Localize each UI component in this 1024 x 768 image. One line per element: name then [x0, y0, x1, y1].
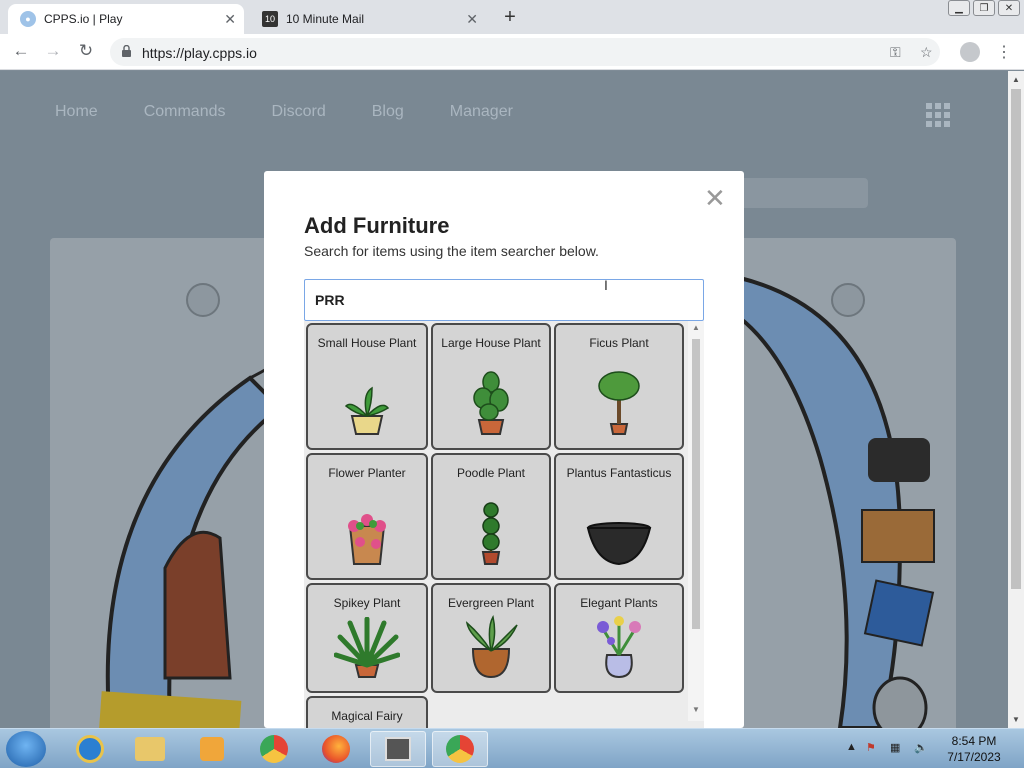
- large-house-plant-icon: [473, 371, 509, 435]
- furniture-card[interactable]: Flower Planter: [306, 453, 428, 580]
- furniture-card[interactable]: Large House Plant: [431, 323, 551, 450]
- movie-maker-icon[interactable]: [370, 731, 426, 767]
- furniture-card[interactable]: Plantus Fantasticus: [554, 453, 684, 580]
- media-player-icon[interactable]: [184, 731, 240, 767]
- furniture-name: Spikey Plant: [333, 596, 401, 610]
- cpps-favicon-icon: ●: [20, 11, 36, 27]
- furniture-card[interactable]: Elegant Plants: [554, 583, 684, 693]
- profile-avatar-icon[interactable]: [960, 42, 980, 62]
- modal-subtitle: Search for items using the item searcher…: [304, 243, 599, 259]
- results-scroll-thumb[interactable]: [692, 339, 700, 629]
- star-bookmark-icon[interactable]: ☆: [920, 44, 933, 61]
- nav-discord[interactable]: Discord: [272, 103, 326, 121]
- internet-explorer-icon[interactable]: [62, 731, 118, 767]
- tab-10-minute-mail[interactable]: 10 10 Minute Mail ✕: [250, 4, 486, 34]
- action-center-flag-icon[interactable]: ⚑: [866, 741, 876, 754]
- lock-icon: [122, 45, 131, 57]
- furniture-card[interactable]: Magical Fairy: [306, 696, 428, 728]
- site-nav: Home Commands Discord Blog Manager: [55, 103, 559, 121]
- minimize-button[interactable]: ▁: [948, 0, 970, 16]
- chrome-active-icon[interactable]: [432, 731, 488, 767]
- show-hidden-icons-arrow-icon[interactable]: ▲: [846, 741, 857, 753]
- furniture-name: Small House Plant: [317, 336, 417, 350]
- plantus-fantasticus-icon: [586, 522, 652, 566]
- forward-arrow-icon[interactable]: →: [42, 41, 64, 61]
- furniture-grid: Small House Plant Large House Plant Ficu…: [306, 323, 686, 728]
- furniture-name: Ficus Plant: [589, 336, 649, 350]
- maximize-button[interactable]: ❐: [973, 0, 995, 16]
- nav-commands[interactable]: Commands: [144, 103, 226, 121]
- apps-grid-icon[interactable]: [926, 103, 950, 127]
- taskbar: ▲ ⚑ ▦ 🔈 8:54 PM 7/17/2023: [0, 728, 1024, 768]
- furniture-card[interactable]: Evergreen Plant: [431, 583, 551, 693]
- text-cursor-icon: I: [604, 277, 608, 293]
- network-icon[interactable]: ▦: [890, 741, 900, 754]
- furniture-name: Plantus Fantasticus: [566, 466, 672, 480]
- item-search-input[interactable]: [304, 279, 704, 321]
- flower-planter-icon: [348, 514, 386, 565]
- firefox-icon[interactable]: [308, 731, 364, 767]
- furniture-name: Magical Fairy: [331, 709, 403, 723]
- tab-title: 10 Minute Mail: [286, 12, 365, 26]
- add-furniture-modal: ✕ Add Furniture Search for items using t…: [264, 171, 744, 728]
- nav-blog[interactable]: Blog: [372, 103, 404, 121]
- volume-muted-icon[interactable]: 🔈: [914, 741, 928, 754]
- back-arrow-icon[interactable]: ←: [10, 41, 32, 61]
- clock-time: 8:54 PM: [951, 734, 997, 748]
- furniture-name: Evergreen Plant: [447, 596, 535, 610]
- furniture-card[interactable]: Spikey Plant: [306, 583, 428, 693]
- tab-title: CPPS.io | Play: [44, 12, 123, 26]
- reload-icon[interactable]: ↻: [75, 41, 97, 61]
- evergreen-plant-icon: [465, 615, 518, 679]
- menu-kebab-icon[interactable]: ⋮: [996, 42, 1012, 62]
- close-window-button[interactable]: ✕: [998, 0, 1020, 16]
- furniture-card[interactable]: Poodle Plant: [431, 453, 551, 580]
- new-tab-button[interactable]: +: [498, 6, 522, 29]
- furniture-name: Elegant Plants: [580, 596, 658, 610]
- tab-cpps[interactable]: ● CPPS.io | Play ✕: [8, 4, 244, 34]
- spikey-plant-icon: [334, 617, 400, 678]
- results-list: Small House Plant Large House Plant Ficu…: [304, 321, 704, 728]
- server-select[interactable]: [740, 178, 868, 208]
- close-tab-icon[interactable]: ✕: [466, 11, 478, 28]
- browser-tab-strip: ● CPPS.io | Play ✕ 10 10 Minute Mail ✕ +…: [0, 0, 1024, 34]
- furniture-card[interactable]: Small House Plant: [306, 323, 428, 450]
- key-icon[interactable]: ⚿: [890, 44, 901, 61]
- browser-toolbar: ← → ↻ https://play.cpps.io ⚿ ☆ ⋮: [0, 34, 1024, 70]
- close-tab-icon[interactable]: ✕: [224, 11, 236, 28]
- window-controls: ▁ ❐ ✕: [945, 0, 1020, 16]
- ten-minute-mail-favicon-icon: 10: [262, 11, 278, 27]
- furniture-card[interactable]: Ficus Plant: [554, 323, 684, 450]
- poodle-plant-icon: [481, 502, 501, 565]
- nav-home[interactable]: Home: [55, 103, 98, 121]
- chrome-icon[interactable]: [246, 731, 302, 767]
- furniture-name: Large House Plant: [441, 336, 541, 350]
- close-icon[interactable]: ✕: [704, 185, 726, 211]
- furniture-name: Flower Planter: [328, 466, 406, 480]
- address-bar[interactable]: https://play.cpps.io ⚿ ☆: [110, 38, 940, 66]
- nav-manager[interactable]: Manager: [450, 103, 513, 121]
- clock-date: 7/17/2023: [947, 750, 1001, 764]
- file-explorer-icon[interactable]: [122, 731, 178, 767]
- url-text: https://play.cpps.io: [142, 45, 257, 61]
- page-scrollbar[interactable]: ▲ ▼: [1008, 71, 1024, 728]
- scroll-thumb[interactable]: [1011, 89, 1021, 589]
- ficus-plant-icon: [598, 371, 640, 435]
- start-button[interactable]: [6, 731, 46, 767]
- elegant-plants-icon: [597, 616, 641, 679]
- small-house-plant-icon: [344, 386, 390, 435]
- furniture-name: Poodle Plant: [456, 466, 526, 480]
- results-scrollbar[interactable]: ▲ ▼: [688, 321, 704, 721]
- system-clock[interactable]: 8:54 PM 7/17/2023: [942, 733, 1006, 765]
- modal-title: Add Furniture: [304, 213, 450, 238]
